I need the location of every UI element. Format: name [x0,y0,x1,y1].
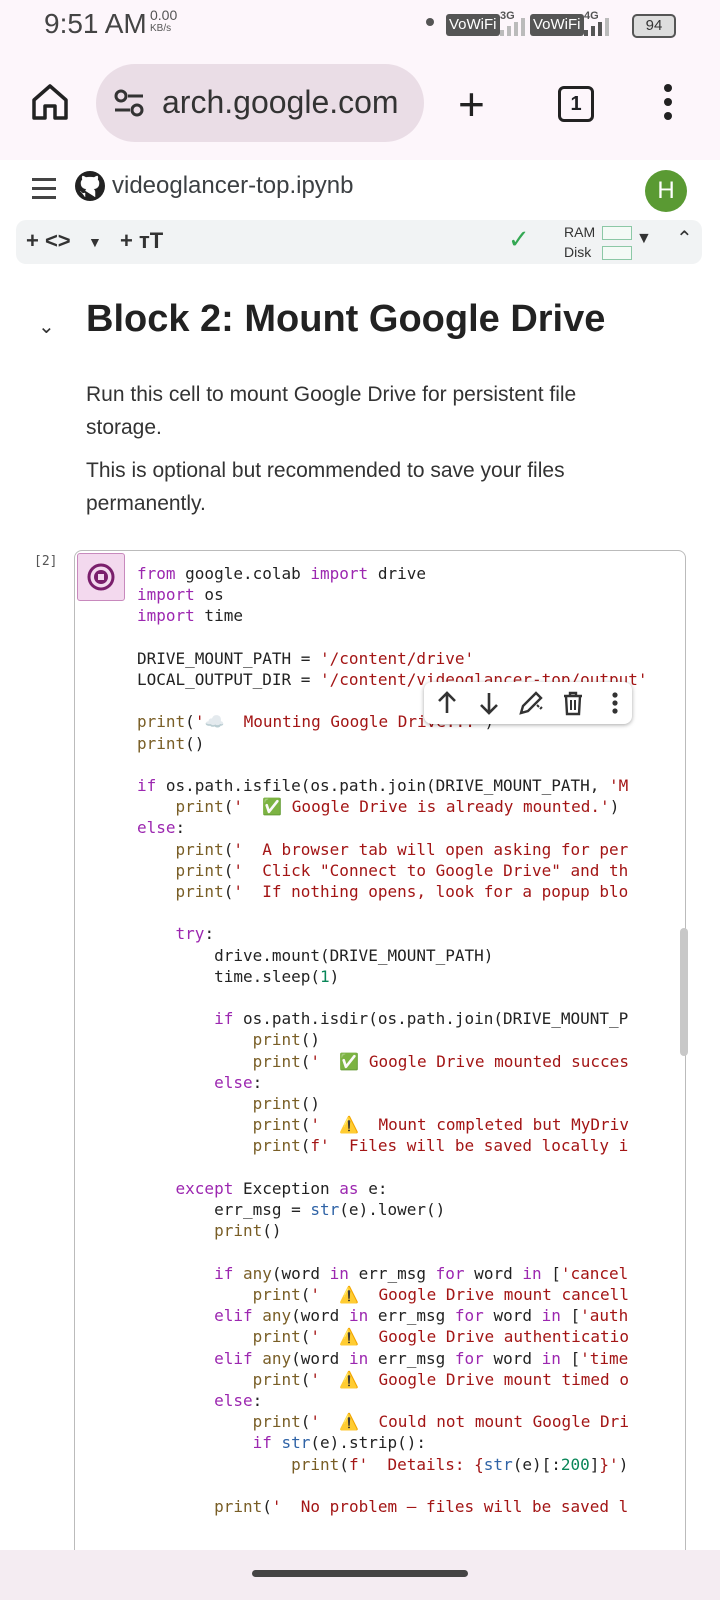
ram-meter [602,226,632,240]
disk-label: Disk [564,244,592,260]
site-settings-icon[interactable] [112,86,146,120]
notebook-content: ⌄ Block 2: Mount Google Drive Run this c… [16,278,702,1550]
gesture-handle[interactable] [252,1570,468,1577]
move-cell-up-icon[interactable] [432,688,462,718]
edit-pen-icon[interactable] [516,688,546,718]
address-bar[interactable]: arch.google.com [96,64,424,142]
status-time: 9:51 AM [44,8,147,39]
signal-bars-icon [500,16,525,36]
hamburger-menu-icon[interactable] [32,178,56,205]
stop-cell-button[interactable] [77,553,125,601]
avatar[interactable]: H [645,170,687,212]
new-tab-button[interactable]: + [458,81,485,127]
vowifi-badge: VoWiFi [446,14,500,36]
delete-cell-icon[interactable] [558,688,588,718]
colab-page: videoglancer-top.ipynb H + <> ▼ + тT ✓ R… [0,160,720,1550]
battery-icon: 94 [632,14,676,38]
home-icon[interactable] [28,80,72,124]
move-cell-down-icon[interactable] [474,688,504,718]
vowifi-badge: VoWiFi [530,14,584,36]
notebook-toolbar: + <> ▼ + тT ✓ RAM Disk ▼ ⌃ [16,220,702,264]
chevron-down-icon[interactable]: ▼ [88,234,102,250]
text-cell-paragraph: This is optional but recommended to save… [86,459,565,515]
chevron-down-icon[interactable]: ▼ [636,230,652,248]
notification-dot-icon [426,18,434,26]
browser-menu-icon[interactable] [664,84,672,126]
stop-icon [87,563,115,591]
ram-label: RAM [564,224,596,240]
github-icon [74,170,106,202]
system-navigation-bar [0,1550,720,1600]
status-bar: 9:51 AM 0.00 KB/s VoWiFi 3G VoWiFi 4G 94 [0,0,720,50]
more-options-icon[interactable] [600,688,630,718]
execution-count: [2] [34,554,58,569]
scrollbar[interactable] [680,928,688,1056]
collapse-section-icon[interactable]: ⌄ [38,314,55,339]
network-speed-value: 0.00 [150,7,178,23]
cell-toolbar [424,682,632,724]
resource-labels[interactable]: RAM Disk [564,222,595,262]
add-text-button[interactable]: + тT [120,228,163,254]
checkmark-icon: ✓ [508,224,530,254]
chevron-up-icon[interactable]: ⌃ [676,226,693,251]
signal-bars-icon [584,16,609,36]
network-speed-unit: KB/s [150,23,172,34]
add-code-button[interactable]: + <> [26,228,71,254]
section-heading: Block 2: Mount Google Drive [86,298,606,340]
text-cell-paragraph: Run this cell to mount Google Drive for … [86,383,577,439]
network-speed: 0.00 KB/s [150,8,177,36]
browser-toolbar: arch.google.com + 1 [0,50,720,161]
url-text: arch.google.com [162,84,399,120]
tab-switcher-button[interactable]: 1 [558,86,594,122]
disk-meter [602,246,632,260]
notebook-title[interactable]: videoglancer-top.ipynb [112,172,354,200]
